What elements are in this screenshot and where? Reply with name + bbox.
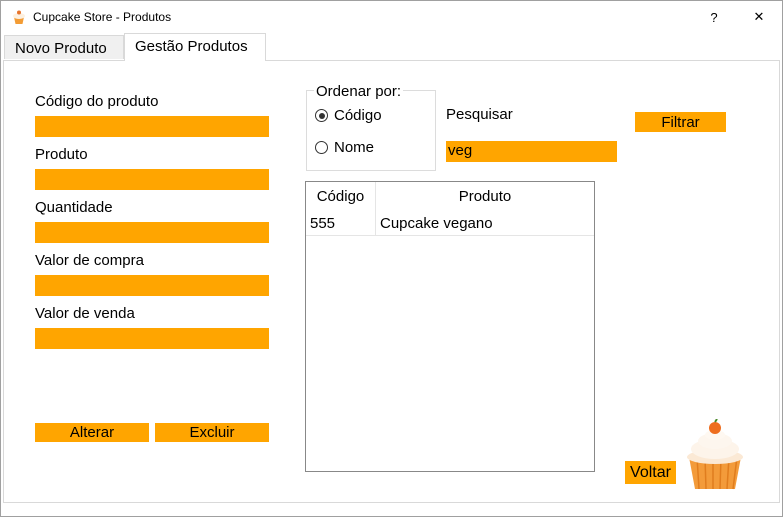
produto-label: Produto bbox=[35, 146, 88, 163]
order-groupbox bbox=[306, 90, 436, 171]
produto-field[interactable] bbox=[35, 169, 269, 190]
cell-produto[interactable]: Cupcake vegano bbox=[376, 211, 594, 235]
radio-codigo-label: Código bbox=[334, 107, 382, 124]
search-input[interactable]: veg bbox=[446, 141, 617, 162]
help-button[interactable]: ? bbox=[691, 1, 737, 33]
valor-venda-field[interactable] bbox=[35, 328, 269, 349]
table-header: Código Produto bbox=[306, 182, 594, 211]
order-option-nome[interactable]: Nome bbox=[315, 139, 374, 156]
column-header-codigo[interactable]: Código bbox=[306, 182, 376, 211]
radio-codigo[interactable] bbox=[315, 109, 328, 122]
cupcake-illustration bbox=[687, 419, 743, 490]
valor-compra-field[interactable] bbox=[35, 275, 269, 296]
alterar-button[interactable]: Alterar bbox=[35, 423, 149, 442]
quantidade-field[interactable] bbox=[35, 222, 269, 243]
excluir-button[interactable]: Excluir bbox=[155, 423, 269, 442]
cell-codigo[interactable]: 555 bbox=[306, 211, 376, 235]
codigo-field[interactable] bbox=[35, 116, 269, 137]
filtrar-button[interactable]: Filtrar bbox=[635, 112, 726, 132]
cupcake-icon bbox=[13, 10, 25, 24]
title-bar: Cupcake Store - Produtos ? ✕ bbox=[1, 1, 782, 33]
column-header-produto[interactable]: Produto bbox=[376, 182, 594, 211]
valor-venda-label: Valor de venda bbox=[35, 305, 135, 322]
tab-gestao-produtos[interactable]: Gestão Produtos bbox=[124, 33, 266, 61]
search-label: Pesquisar bbox=[446, 106, 513, 123]
close-button[interactable]: ✕ bbox=[736, 1, 782, 33]
products-table[interactable]: Código Produto 555 Cupcake vegano bbox=[305, 181, 595, 472]
table-row[interactable]: 555 Cupcake vegano bbox=[306, 211, 594, 236]
tab-novo-produto[interactable]: Novo Produto bbox=[4, 35, 124, 59]
quantidade-label: Quantidade bbox=[35, 199, 113, 216]
codigo-label: Código do produto bbox=[35, 93, 159, 110]
app-window: Cupcake Store - Produtos ? ✕ Novo Produt… bbox=[0, 0, 783, 517]
valor-compra-label: Valor de compra bbox=[35, 252, 144, 269]
order-legend: Ordenar por: bbox=[314, 83, 404, 100]
radio-nome[interactable] bbox=[315, 141, 328, 154]
window-title: Cupcake Store - Produtos bbox=[33, 10, 172, 24]
order-option-codigo[interactable]: Código bbox=[315, 107, 382, 124]
radio-nome-label: Nome bbox=[334, 139, 375, 156]
voltar-button[interactable]: Voltar bbox=[625, 461, 676, 484]
